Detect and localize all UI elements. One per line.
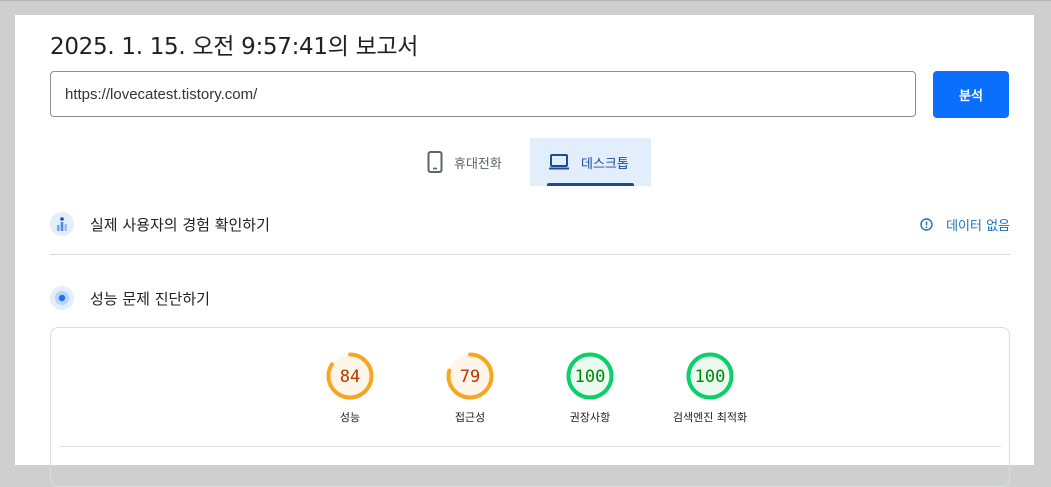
tab-selected-indicator bbox=[547, 183, 634, 186]
no-data-label: 데이터 없음 bbox=[946, 218, 1010, 234]
tab-desktop[interactable]: 데스크톱 bbox=[530, 138, 651, 186]
score-gauge-seo[interactable]: 100 검색엔진 최적화 bbox=[660, 351, 760, 425]
report-panel: 2025. 1. 15. 오전 9:57:41의 보고서 분석 휴대전화 데스크… bbox=[15, 15, 1034, 487]
score-value: 79 bbox=[459, 367, 481, 387]
laptop-icon bbox=[548, 153, 570, 171]
scores-card: 84 성능 79 접근성 100 권장사항 100 검색엔진 최적화 bbox=[50, 327, 1010, 487]
score-value: 100 bbox=[574, 367, 606, 387]
url-input[interactable] bbox=[50, 71, 916, 117]
field-data-section[interactable]: 실제 사용자의 경험 확인하기 데이터 없음 bbox=[50, 209, 1010, 239]
tab-mobile-label: 휴대전화 bbox=[454, 156, 502, 172]
diagnostics-section: 성능 문제 진단하기 bbox=[50, 283, 1010, 313]
report-title: 2025. 1. 15. 오전 9:57:41의 보고서 bbox=[50, 34, 419, 60]
score-gauge-performance[interactable]: 84 성능 bbox=[300, 351, 400, 425]
score-label: 권장사항 bbox=[569, 411, 611, 424]
tab-desktop-label: 데스크톱 bbox=[581, 156, 629, 172]
tab-mobile[interactable]: 휴대전화 bbox=[413, 138, 530, 186]
score-label: 성능 bbox=[339, 411, 361, 424]
field-data-label: 실제 사용자의 경험 확인하기 bbox=[90, 215, 270, 234]
analyze-button[interactable]: 분석 bbox=[933, 71, 1009, 118]
score-gauge-accessibility[interactable]: 79 접근성 bbox=[420, 351, 520, 425]
smartphone-icon bbox=[427, 151, 443, 173]
card-divider bbox=[59, 446, 1001, 447]
score-gauge-best-practices[interactable]: 100 권장사항 bbox=[540, 351, 640, 425]
lighthouse-icon bbox=[50, 286, 74, 310]
diagnostics-label: 성능 문제 진단하기 bbox=[90, 289, 210, 308]
no-data-status: 데이터 없음 bbox=[920, 209, 1010, 239]
section-divider bbox=[50, 254, 1010, 255]
score-value: 100 bbox=[694, 367, 726, 387]
score-label: 접근성 bbox=[454, 411, 486, 424]
info-icon bbox=[920, 217, 933, 231]
window-top-border bbox=[0, 0, 1051, 1]
users-chart-icon bbox=[50, 212, 74, 236]
score-value: 84 bbox=[339, 367, 361, 387]
score-label: 검색엔진 최적화 bbox=[672, 411, 748, 424]
